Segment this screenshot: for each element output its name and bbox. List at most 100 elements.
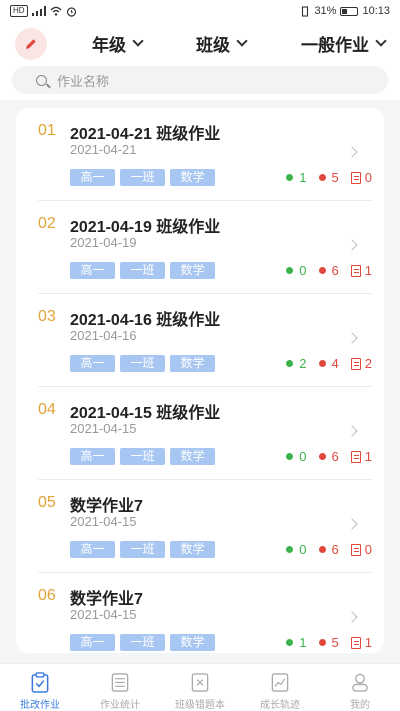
- unsubmitted-count: 5: [318, 170, 339, 185]
- grade-filter[interactable]: 年级: [92, 31, 144, 56]
- item-tags: 高一 一班 数学: [70, 169, 215, 186]
- search-placeholder: 作业名称: [57, 73, 110, 89]
- chevron-right-icon: [346, 425, 358, 437]
- item-tags: 高一 一班 数学: [70, 541, 215, 558]
- nav-grade-homework[interactable]: 批改作业: [0, 664, 80, 711]
- nav-label: 我的: [350, 700, 370, 711]
- clipboard-check-icon: [31, 672, 49, 693]
- chevron-right-icon: [346, 146, 358, 158]
- item-stats: 1 5 0: [274, 170, 372, 185]
- document-icon: [350, 171, 361, 184]
- item-title: 数学作业7: [70, 498, 143, 515]
- subject-tag: 数学: [170, 355, 215, 372]
- submitted-value: 1: [299, 170, 307, 185]
- document-icon: [350, 264, 361, 277]
- item-index: 05: [38, 494, 56, 511]
- class-tag: 一班: [120, 262, 165, 279]
- green-dot-icon: [286, 174, 294, 181]
- list-item[interactable]: 04 2021-04-15 班级作业 2021-04-15 高一 一班 数学 0…: [16, 387, 384, 480]
- item-date: 2021-04-15: [70, 514, 137, 529]
- unsubmitted-count: 5: [318, 635, 339, 650]
- red-dot-icon: [318, 174, 326, 181]
- list-item[interactable]: 06 数学作业7 2021-04-15 高一 一班 数学 1 5 1: [16, 573, 384, 653]
- red-dot-icon: [318, 639, 326, 646]
- list-item[interactable]: 03 2021-04-16 班级作业 2021-04-16 高一 一班 数学 2…: [16, 294, 384, 387]
- grade-tag: 高一: [70, 262, 115, 279]
- subject-tag: 数学: [170, 262, 215, 279]
- chevron-down-icon: [132, 35, 144, 47]
- grade-tag: 高一: [70, 448, 115, 465]
- header: 年级 班级 一般作业: [0, 22, 400, 66]
- edit-button[interactable]: [15, 28, 47, 60]
- item-date: 2021-04-15: [70, 607, 137, 622]
- reviewed-count: 1: [350, 449, 372, 464]
- item-date: 2021-04-16: [70, 328, 137, 343]
- chevron-right-icon: [346, 239, 358, 251]
- submitted-count: 0: [286, 542, 307, 557]
- item-title: 数学作业7: [70, 591, 143, 608]
- vibrate-icon: [302, 5, 309, 17]
- list-icon: [111, 673, 129, 692]
- document-icon: [350, 636, 361, 649]
- submitted-value: 1: [299, 635, 307, 650]
- item-title: 2021-04-16 班级作业: [70, 312, 221, 329]
- document-icon: [350, 357, 361, 370]
- unsubmitted-count: 6: [318, 263, 339, 278]
- item-index: 03: [38, 308, 56, 325]
- user-icon: [352, 673, 368, 692]
- item-tags: 高一 一班 数学: [70, 355, 215, 372]
- nav-homework-stats[interactable]: 作业统计: [80, 664, 160, 711]
- reviewed-value: 1: [364, 263, 372, 278]
- unsubmitted-count: 6: [318, 542, 339, 557]
- signal-icon: [31, 6, 46, 16]
- search-bar: 作业名称: [0, 66, 400, 100]
- class-tag: 一班: [120, 448, 165, 465]
- subject-tag: 数学: [170, 448, 215, 465]
- item-stats: 0 6 1: [274, 449, 372, 464]
- reviewed-value: 1: [364, 635, 372, 650]
- submitted-count: 2: [286, 356, 307, 371]
- green-dot-icon: [286, 546, 294, 553]
- battery-icon: [340, 6, 359, 16]
- item-title: 2021-04-19 班级作业: [70, 219, 221, 236]
- nav-growth-track[interactable]: 成长轨迹: [240, 664, 320, 711]
- item-stats: 0 6 1: [274, 263, 372, 278]
- item-title: 2021-04-21 班级作业: [70, 126, 221, 143]
- status-bar: HD 31% 10:13: [0, 0, 400, 22]
- search-input[interactable]: 作业名称: [12, 66, 388, 94]
- bottom-nav: 批改作业 作业统计 班级错题本 成长轨迹 我的: [0, 663, 400, 711]
- item-tags: 高一 一班 数学: [70, 262, 215, 279]
- submitted-count: 1: [286, 170, 307, 185]
- clock: 10:13: [362, 5, 390, 17]
- nav-label: 班级错题本: [175, 700, 225, 711]
- homework-type-filter[interactable]: 一般作业: [301, 31, 387, 56]
- alarm-icon: [66, 6, 76, 17]
- class-tag: 一班: [120, 634, 165, 651]
- nav-mistake-book[interactable]: 班级错题本: [160, 664, 240, 711]
- unsubmitted-value: 4: [331, 356, 339, 371]
- reviewed-value: 1: [364, 449, 372, 464]
- grade-filter-label: 年级: [92, 36, 126, 55]
- trend-chart-icon: [271, 673, 289, 692]
- document-icon: [350, 543, 361, 556]
- submitted-count: 0: [286, 263, 307, 278]
- list-item[interactable]: 05 数学作业7 2021-04-15 高一 一班 数学 0 6 0: [16, 480, 384, 573]
- chevron-right-icon: [346, 611, 358, 623]
- class-filter[interactable]: 班级: [196, 31, 248, 56]
- class-tag: 一班: [120, 541, 165, 558]
- item-stats: 1 5 1: [274, 635, 372, 650]
- class-filter-label: 班级: [196, 36, 230, 55]
- battery-percent: 31%: [314, 5, 337, 17]
- submitted-value: 0: [299, 263, 307, 278]
- list-item[interactable]: 01 2021-04-21 班级作业 2021-04-21 高一 一班 数学 1…: [16, 108, 384, 201]
- homework-list: 01 2021-04-21 班级作业 2021-04-21 高一 一班 数学 1…: [16, 108, 384, 653]
- unsubmitted-value: 5: [331, 170, 339, 185]
- nav-profile[interactable]: 我的: [320, 664, 400, 711]
- subject-tag: 数学: [170, 634, 215, 651]
- grade-tag: 高一: [70, 169, 115, 186]
- nav-label: 批改作业: [20, 700, 60, 711]
- item-title: 2021-04-15 班级作业: [70, 405, 221, 422]
- item-index: 06: [38, 587, 56, 604]
- list-item[interactable]: 02 2021-04-19 班级作业 2021-04-19 高一 一班 数学 0…: [16, 201, 384, 294]
- item-stats: 0 6 0: [274, 542, 372, 557]
